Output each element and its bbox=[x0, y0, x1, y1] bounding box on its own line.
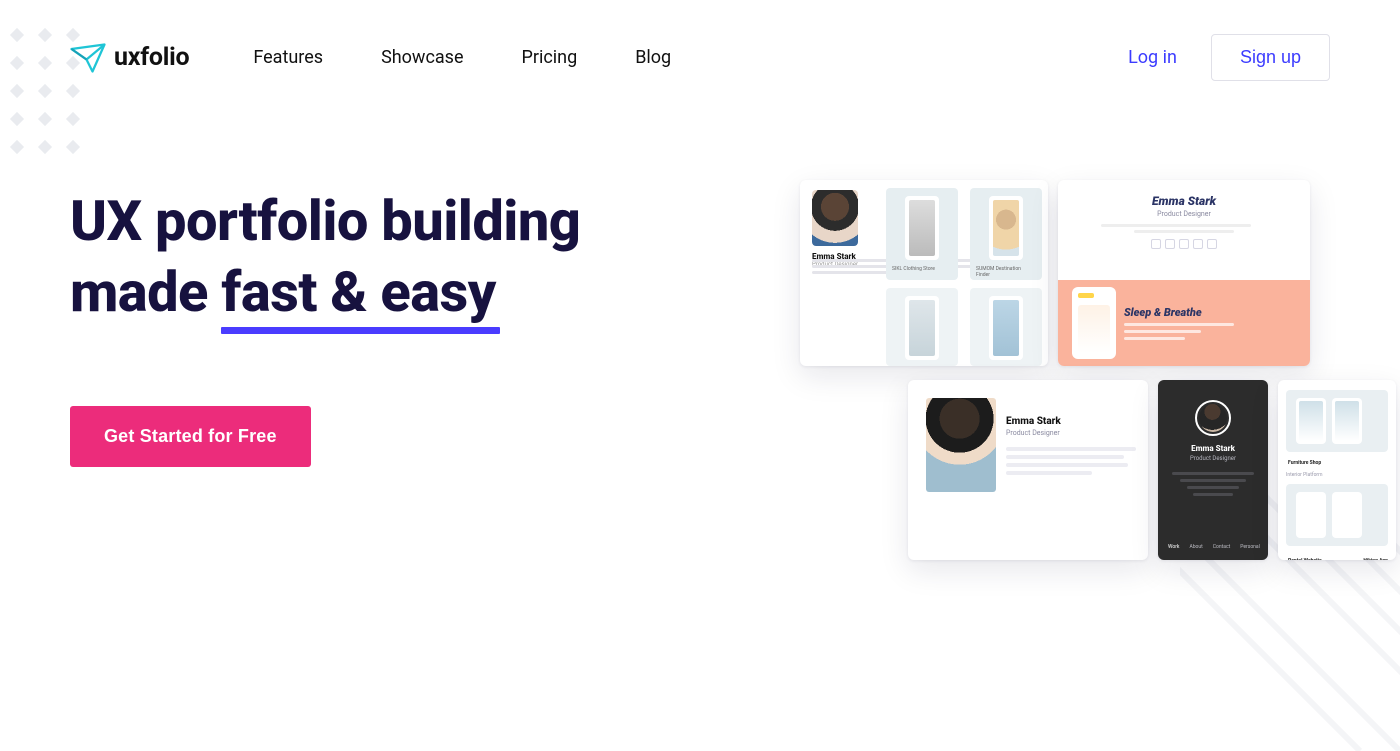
phone-mock-icon bbox=[989, 296, 1023, 360]
phone-mock-icon bbox=[905, 296, 939, 360]
preview-card-dark: Emma Stark Product Designer Work About C… bbox=[1158, 380, 1268, 560]
project-title: Sleep & Breathe bbox=[1124, 306, 1234, 319]
nav-left: uxfolio Features Showcase Pricing Blog bbox=[70, 43, 671, 73]
hero-title-line1: UX portfolio building bbox=[70, 188, 580, 254]
portfolio-preview-gallery: Emma Stark Product Designer SIKL Clothin… bbox=[800, 180, 1360, 600]
signup-button[interactable]: Sign up bbox=[1211, 34, 1330, 81]
logo[interactable]: uxfolio bbox=[70, 43, 189, 73]
mini-tabs: Work About Contact Personal bbox=[1168, 544, 1260, 550]
person-role: Product Designer bbox=[1006, 429, 1136, 437]
paper-plane-icon bbox=[70, 43, 106, 73]
nav-right: Log in Sign up bbox=[1128, 34, 1330, 81]
preview-card-projects-list: Furniture Shop Interior Platform Rental … bbox=[1278, 380, 1396, 560]
hero-title-line2-prefix: made bbox=[70, 259, 221, 325]
tile-caption: SIKL Clothing Store bbox=[892, 266, 952, 272]
preview-card-resume: Emma Stark Product Designer bbox=[908, 380, 1148, 560]
person-name: Emma Stark bbox=[1006, 416, 1136, 427]
phone-mock-icon bbox=[1072, 287, 1116, 359]
social-icons-row bbox=[1058, 239, 1310, 249]
phone-mock-icon bbox=[905, 196, 939, 260]
avatar bbox=[926, 398, 996, 492]
tile-caption: SUMOM Destination Finder bbox=[976, 266, 1036, 278]
tile-caption: Hiking App bbox=[1363, 558, 1388, 560]
tile-caption: Rental Website bbox=[1288, 558, 1322, 560]
person-name: Emma Stark bbox=[1158, 444, 1268, 453]
phone-mock-icon bbox=[1296, 398, 1326, 444]
nav-showcase[interactable]: Showcase bbox=[381, 47, 463, 68]
brand-name: uxfolio bbox=[114, 43, 189, 72]
login-link[interactable]: Log in bbox=[1128, 47, 1177, 68]
person-role: Product Designer bbox=[1158, 455, 1268, 462]
nav-links: Features Showcase Pricing Blog bbox=[253, 47, 671, 68]
preview-card-grid-portfolio: Emma Stark Product Designer SIKL Clothin… bbox=[800, 180, 1048, 366]
nav-blog[interactable]: Blog bbox=[635, 47, 671, 68]
person-name: Emma Stark bbox=[1058, 194, 1310, 208]
cta-get-started-button[interactable]: Get Started for Free bbox=[70, 406, 311, 467]
avatar bbox=[812, 190, 858, 246]
hero-title-highlight: fast & easy bbox=[221, 257, 496, 328]
phone-mock-icon bbox=[1332, 492, 1362, 538]
tile-caption: Furniture Shop bbox=[1288, 460, 1388, 466]
top-nav: uxfolio Features Showcase Pricing Blog L… bbox=[0, 0, 1400, 81]
nav-features[interactable]: Features bbox=[253, 47, 323, 68]
person-role: Product Designer bbox=[1058, 210, 1310, 218]
hero-copy: UX portfolio building made fast & easy G… bbox=[70, 186, 580, 467]
hero-title: UX portfolio building made fast & easy bbox=[70, 186, 580, 328]
phone-mock-icon bbox=[989, 196, 1023, 260]
nav-pricing[interactable]: Pricing bbox=[522, 47, 578, 68]
phone-mock-icon bbox=[1296, 492, 1326, 538]
avatar-circle bbox=[1195, 400, 1231, 436]
preview-card-centered-hero: Emma Stark Product Designer Sleep & Brea… bbox=[1058, 180, 1310, 366]
tile-subcaption: Interior Platform bbox=[1286, 472, 1388, 478]
phone-mock-icon bbox=[1332, 398, 1362, 444]
